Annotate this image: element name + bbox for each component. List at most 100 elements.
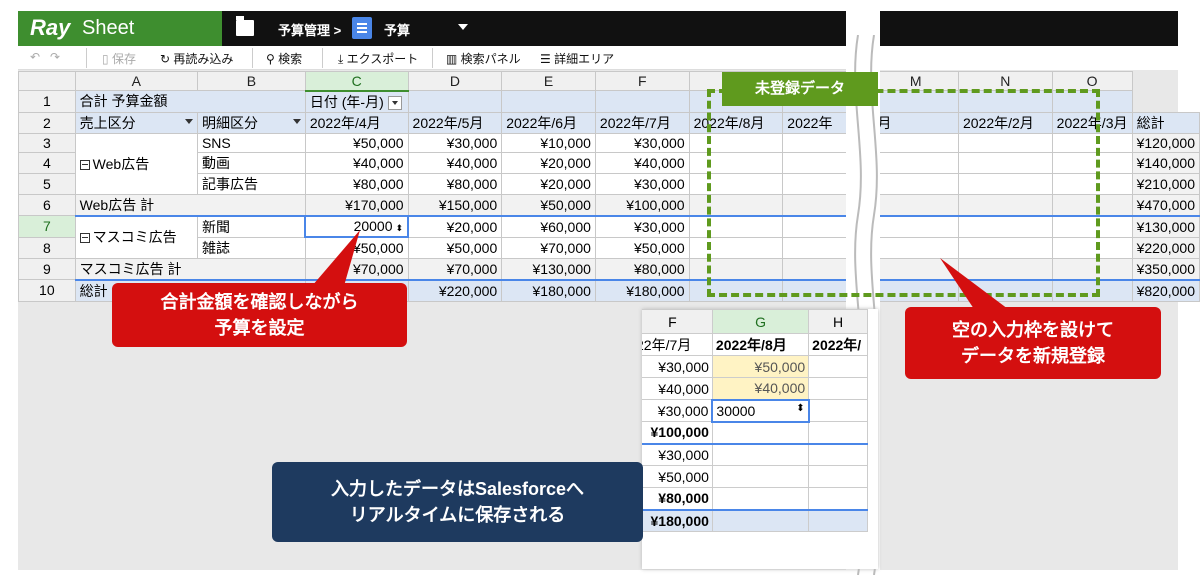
web-group[interactable]: Web広告: [74, 132, 198, 195]
col-header[interactable]: D: [407, 71, 503, 91]
row-number[interactable]: 10: [18, 279, 76, 302]
reload-button[interactable]: ↻ 再読み込み: [160, 50, 233, 67]
collapse-icon[interactable]: [79, 233, 90, 244]
breadcrumb-folder[interactable]: 予算管理: [278, 23, 330, 38]
mass-group[interactable]: マスコミ広告: [74, 215, 198, 259]
folder-icon[interactable]: [236, 16, 254, 36]
row-number[interactable]: 9: [18, 257, 76, 280]
category-label: 売上区分: [79, 114, 136, 131]
redo-button[interactable]: ↷: [50, 50, 60, 64]
search-icon: ⚲: [266, 52, 279, 66]
undo-button[interactable]: ↶: [30, 50, 40, 64]
zoom-cell[interactable]: [711, 443, 810, 466]
detail-area-label: 詳細エリア: [554, 52, 615, 66]
total-cell: ¥120,000: [1131, 132, 1200, 153]
chevron-down-icon[interactable]: [458, 24, 468, 30]
value-cell[interactable]: ¥80,000: [407, 172, 503, 195]
save-button[interactable]: ▯ 保存: [102, 50, 136, 67]
col-header[interactable]: B: [196, 71, 306, 91]
col-header[interactable]: N: [957, 71, 1053, 91]
zoom-cell: [711, 509, 810, 532]
date-filter[interactable]: 日付 (年-月): [304, 90, 409, 113]
value-cell[interactable]: ¥30,000: [407, 132, 503, 153]
zoom-cell[interactable]: [711, 465, 810, 488]
filter-dropdown-icon[interactable]: [292, 118, 301, 124]
row-number[interactable]: 8: [18, 236, 76, 259]
subtotal-cell: ¥70,000: [407, 257, 503, 281]
logo-ray: Ray: [30, 15, 71, 40]
save-label: 保存: [111, 52, 136, 66]
row-number[interactable]: 4: [18, 151, 76, 174]
mass-group-label: マスコミ広告: [92, 229, 177, 245]
value-cell[interactable]: ¥60,000: [501, 215, 596, 238]
row-number[interactable]: 1: [18, 90, 76, 113]
col-header[interactable]: F: [594, 71, 690, 91]
value-cell[interactable]: ¥50,000: [407, 236, 503, 259]
export-button[interactable]: ⤓ エクスポート: [338, 50, 418, 67]
subtotal-cell: ¥130,000: [501, 257, 596, 281]
filter-dropdown-icon[interactable]: [184, 118, 193, 124]
category-header[interactable]: 売上区分: [74, 111, 198, 134]
month-header: 2022年/7月: [594, 111, 690, 134]
active-edit-cell[interactable]: 30000 ⬍: [711, 398, 810, 423]
breadcrumb-sep: >: [333, 23, 342, 38]
detail-area-button[interactable]: ☰ 詳細エリア: [540, 50, 614, 67]
zoom-col-header[interactable]: G: [711, 309, 810, 334]
value-cell[interactable]: ¥50,000: [304, 132, 409, 153]
col-header[interactable]: O: [1051, 71, 1133, 91]
value-cell[interactable]: ¥40,000: [594, 151, 690, 174]
reload-label: 再読み込み: [173, 52, 234, 66]
value-cell[interactable]: ¥30,000: [594, 215, 690, 238]
zoom-col-header[interactable]: F: [642, 309, 713, 334]
collapse-icon[interactable]: [79, 159, 90, 170]
month-header: 2022年/6月: [501, 111, 596, 134]
row-number[interactable]: 3: [18, 132, 76, 153]
search-button[interactable]: ⚲ 検索: [266, 50, 302, 67]
zoom-cell[interactable]: ¥30,000: [642, 399, 713, 422]
detail-header[interactable]: 明細区分: [196, 111, 306, 134]
col-header[interactable]: C: [304, 71, 409, 92]
breadcrumb-doc[interactable]: 予算: [384, 20, 410, 39]
zoom-cell[interactable]: [808, 465, 868, 488]
filter-dropdown-icon[interactable]: [387, 95, 402, 110]
corner-cell[interactable]: [18, 71, 76, 91]
value-cell[interactable]: ¥20,000: [501, 151, 596, 174]
zoom-cell[interactable]: [808, 355, 868, 378]
value-cell[interactable]: ¥10,000: [501, 132, 596, 153]
breadcrumb[interactable]: 予算管理 >: [278, 20, 341, 39]
zoom-cell[interactable]: ¥40,000: [642, 377, 713, 400]
search-panel-button[interactable]: ▥ 検索パネル: [446, 50, 521, 67]
callout-line: データを新規登録: [961, 346, 1105, 366]
value-cell[interactable]: ¥80,000: [304, 172, 409, 195]
value-cell[interactable]: ¥40,000: [407, 151, 503, 174]
spinner-icon[interactable]: ⬍: [796, 403, 804, 414]
row-number[interactable]: 5: [18, 172, 76, 195]
zoom-cell[interactable]: [808, 399, 868, 422]
value-cell[interactable]: ¥50,000: [594, 236, 690, 259]
new-entry-cell[interactable]: ¥50,000: [711, 355, 810, 378]
value-cell[interactable]: ¥40,000: [304, 151, 409, 174]
zoom-cell[interactable]: [808, 443, 868, 466]
col-header[interactable]: A: [74, 71, 198, 91]
value-cell[interactable]: ¥30,000: [594, 132, 690, 153]
row-number[interactable]: 6: [18, 193, 76, 216]
row-number[interactable]: 7: [18, 215, 76, 238]
new-entry-cell[interactable]: ¥40,000: [711, 377, 810, 400]
toolbar-divider: [322, 48, 323, 68]
zoom-cell[interactable]: ¥50,000: [642, 465, 713, 488]
zoom-cell[interactable]: ¥30,000: [642, 443, 713, 466]
edit-value[interactable]: 30000: [716, 403, 755, 419]
zoom-cell[interactable]: [808, 377, 868, 400]
callout-salesforce-save: 入力したデータはSalesforceへ リアルタイムに保存される: [272, 462, 643, 542]
value-cell[interactable]: ¥20,000: [501, 172, 596, 195]
month-header: 2022年/4月: [304, 111, 409, 134]
value-cell[interactable]: ¥20,000: [407, 215, 503, 238]
row-number[interactable]: 2: [18, 111, 76, 134]
spinner-icon[interactable]: ⬍: [396, 223, 404, 233]
value-cell[interactable]: ¥30,000: [594, 172, 690, 195]
callout-set-budget: 合計金額を確認しながら 予算を設定: [112, 283, 407, 347]
col-header[interactable]: E: [501, 71, 596, 91]
value-cell[interactable]: ¥70,000: [501, 236, 596, 259]
zoom-col-header[interactable]: H: [808, 309, 868, 334]
zoom-cell[interactable]: ¥30,000: [642, 355, 713, 378]
